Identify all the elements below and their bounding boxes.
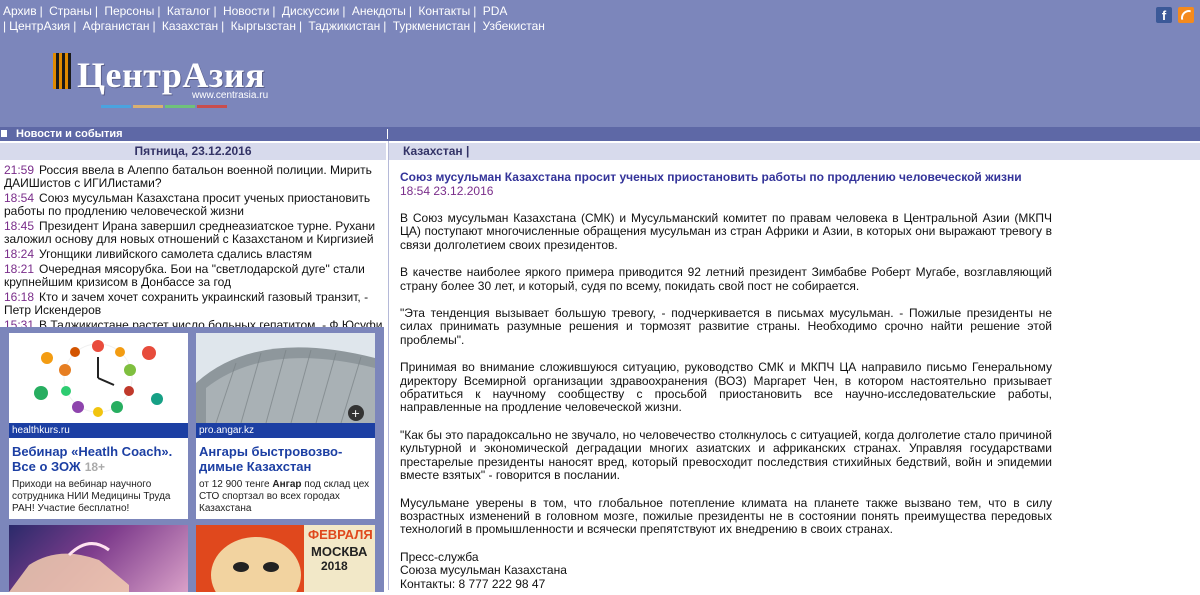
nav-row-sections: Архив | Страны | Персоны | Каталог | Новости… xyxy=(3,4,508,18)
news-column: Пятница, 23.12.2016 21:59 Россия ввела в … xyxy=(0,141,386,595)
nav-link-kyrgyzstan[interactable]: Кыргызстан xyxy=(231,19,296,33)
logo-site-url: www.centrasia.ru xyxy=(192,90,269,101)
article-column: Казахстан | Союз мусульман Казахстана пр… xyxy=(388,141,1200,590)
nav-link-contacts[interactable]: Контакты xyxy=(418,4,470,18)
article-paragraph: В Союз мусульман Казахстана (СМК) и Мусу… xyxy=(400,211,1052,252)
poster-line-2: МОСКВА xyxy=(311,544,368,559)
nav-link-tajikistan[interactable]: Таджикистан xyxy=(308,19,380,33)
nav-link-persons[interactable]: Персоны xyxy=(104,4,154,18)
section-bullet-icon xyxy=(1,130,7,137)
article-date: 18:54 23.12.2016 xyxy=(400,184,494,198)
nav-link-discussions[interactable]: Дискуссии xyxy=(282,4,340,18)
nav-link-pda[interactable]: PDA xyxy=(483,4,508,18)
ad-text[interactable]: от 12 900 тенге Ангар под склад цех СТО … xyxy=(199,479,374,515)
ad-text[interactable]: Приходи на вебинар научного сотрудника Н… xyxy=(12,479,187,515)
st-george-ribbon-icon xyxy=(53,53,71,89)
nav-link-centrasia[interactable]: ЦентрАзия xyxy=(9,19,70,33)
article-signature: Пресс-служба Союза мусульман Казахстана … xyxy=(400,549,1052,591)
ad-card-healthkurs[interactable]: healthkurs.ru Вебинар «Heatlh Coach». Вс… xyxy=(9,333,188,519)
svg-text:+: + xyxy=(351,407,360,420)
list-item[interactable]: 18:45 Президент Ирана завершил среднеазиа… xyxy=(4,220,384,246)
ad-card-image-hand[interactable] xyxy=(9,525,188,592)
list-item[interactable]: 18:21 Очередная мясорубка. Бои на "светло… xyxy=(4,263,384,289)
article-paragraph: "Эта тенденция вызывает большую тревогу,… xyxy=(400,306,1052,347)
rss-icon[interactable] xyxy=(1178,7,1194,23)
logo-color-bars xyxy=(101,105,227,108)
article-paragraph: В качестве наиболее яркого примера приво… xyxy=(400,265,1052,293)
social-links: f xyxy=(1156,7,1194,23)
article: Союз мусульман Казахстана просит ученых … xyxy=(400,171,1052,591)
facebook-icon[interactable]: f xyxy=(1156,7,1172,23)
poster-line-1: ФЕВРАЛЯ xyxy=(308,527,373,542)
news-date: Пятница, 23.12.2016 xyxy=(0,143,386,160)
ad-source[interactable]: pro.angar.kz xyxy=(196,423,375,438)
section-title: Новости и события xyxy=(16,128,123,140)
nav-row-countries: | ЦентрАзия | Афганистан | Казахстан | Кыргы… xyxy=(3,19,545,33)
section-bar: Новости и события xyxy=(0,127,1200,141)
list-item[interactable]: 21:59 Россия ввела в Алеппо батальон воен… xyxy=(4,164,384,190)
news-list: 21:59 Россия ввела в Алеппо батальон воен… xyxy=(4,164,384,334)
ad-headline[interactable]: Вебинар «Heatlh Coach». Все о ЗОЖ 18+ xyxy=(12,444,187,475)
signature-contacts: Контакты: 8 777 222 98 47 xyxy=(400,576,546,591)
nav-link-archive[interactable]: Архив xyxy=(3,4,37,18)
section-divider xyxy=(387,129,388,139)
age-badge: 18+ xyxy=(84,460,106,474)
nav-link-news[interactable]: Новости xyxy=(223,4,269,18)
nav-link-kazakhstan[interactable]: Казахстан xyxy=(162,19,218,33)
signature-line: Союза мусульман Казахстана xyxy=(400,563,567,578)
ad-image-hangar[interactable]: + xyxy=(196,333,375,423)
article-paragraph: Принимая во внимание сложившуюся ситуаци… xyxy=(400,360,1052,415)
nav-link-catalog[interactable]: Каталог xyxy=(167,4,211,18)
nav-link-uzbekistan[interactable]: Узбекистан xyxy=(483,19,545,33)
article-paragraph: Мусульмане уверены в том, что глобальное… xyxy=(400,495,1052,537)
poster-line-3: 2018 xyxy=(321,559,348,573)
nav-link-countries[interactable]: Страны xyxy=(49,4,92,18)
ad-card-poster[interactable]: ФЕВРАЛЯ МОСКВА 2018 xyxy=(196,525,375,595)
top-navigation: Архив | Страны | Персоны | Каталог | Новости… xyxy=(3,4,545,34)
site-header: Архив | Страны | Персоны | Каталог | Новости… xyxy=(0,0,1200,127)
article-paragraph: "Как бы это парадоксально не звучало, но… xyxy=(400,427,1052,483)
signature-line: Пресс-служба xyxy=(400,549,479,564)
nav-link-afghanistan[interactable]: Афганистан xyxy=(83,19,150,33)
nav-link-turkmenistan[interactable]: Туркменистан xyxy=(393,19,470,33)
ad-block: healthkurs.ru Вебинар «Heatlh Coach». Вс… xyxy=(0,327,384,595)
list-item[interactable]: 18:54 Союз мусульман Казахстана просит уч… xyxy=(4,192,384,218)
list-item[interactable]: 18:24 Угонщики ливийского самолета сдалис… xyxy=(4,248,384,261)
ad-card-angar[interactable]: + pro.angar.kz Ангары быстровозво-димые … xyxy=(196,333,375,519)
nav-link-jokes[interactable]: Анекдоты xyxy=(352,4,406,18)
list-item[interactable]: 16:18 Кто и зачем хочет сохранить украинс… xyxy=(4,291,384,317)
ad-image-clock[interactable] xyxy=(9,333,188,423)
breadcrumb[interactable]: Казахстан | xyxy=(389,143,1200,160)
ad-source[interactable]: healthkurs.ru xyxy=(9,423,188,438)
ad-headline[interactable]: Ангары быстровозво-димые Казахстан xyxy=(199,444,374,474)
article-title: Союз мусульман Казахстана просит ученых … xyxy=(400,170,1022,184)
